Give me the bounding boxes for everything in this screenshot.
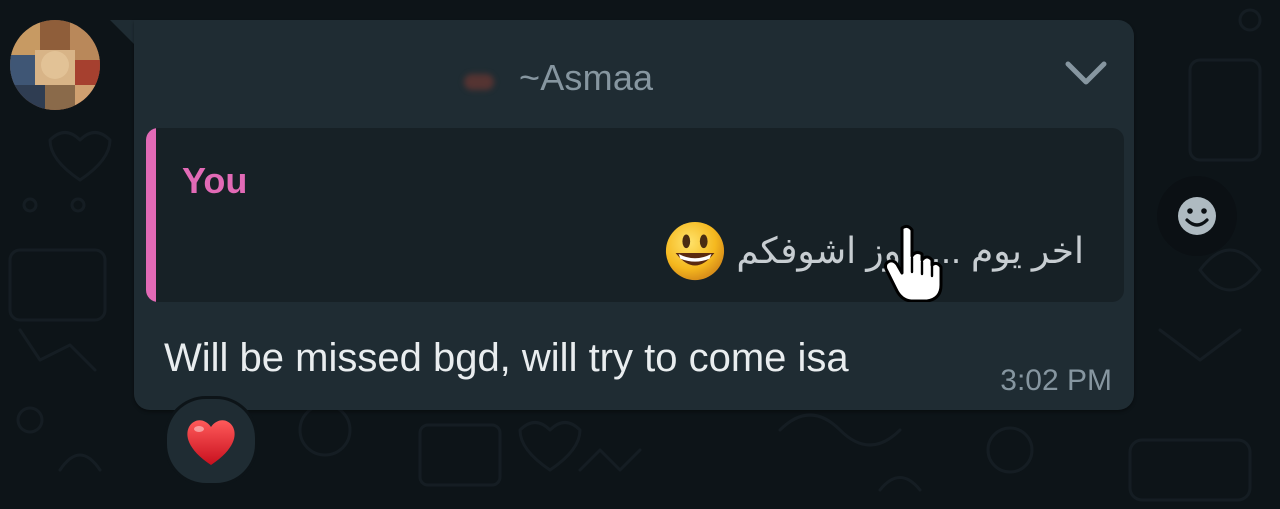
quoted-text: اخر يوم .... اوز اشوفكم [736, 230, 1084, 271]
smiley-icon [1178, 197, 1216, 235]
bubble-tail [110, 20, 136, 46]
sender-row: ~Asmaa [134, 20, 1134, 125]
message-text: Will be missed bgd, will try to come isa [164, 336, 849, 380]
sender-name[interactable]: ~Asmaa [519, 57, 653, 99]
reaction-pill[interactable] [164, 396, 258, 486]
quote-accent-bar [146, 128, 156, 302]
quoted-text-row: اخر يوم .... اوز اشوفكم [664, 220, 1084, 282]
message-timestamp: 3:02 PM [1000, 364, 1112, 397]
quoted-author: You [182, 160, 248, 201]
grinning-face-emoji [664, 220, 726, 282]
sender-avatar[interactable] [10, 20, 100, 110]
quoted-message[interactable]: You اخر يوم .... اوز اشوفكم [146, 128, 1124, 302]
red-heart-emoji [187, 420, 235, 465]
message-bubble[interactable]: ~Asmaa You اخر يوم .... اوز اشوفكم Will … [134, 20, 1134, 410]
redacted-phone [464, 74, 494, 90]
react-button[interactable] [1157, 176, 1237, 256]
chevron-down-icon[interactable] [1062, 54, 1110, 94]
